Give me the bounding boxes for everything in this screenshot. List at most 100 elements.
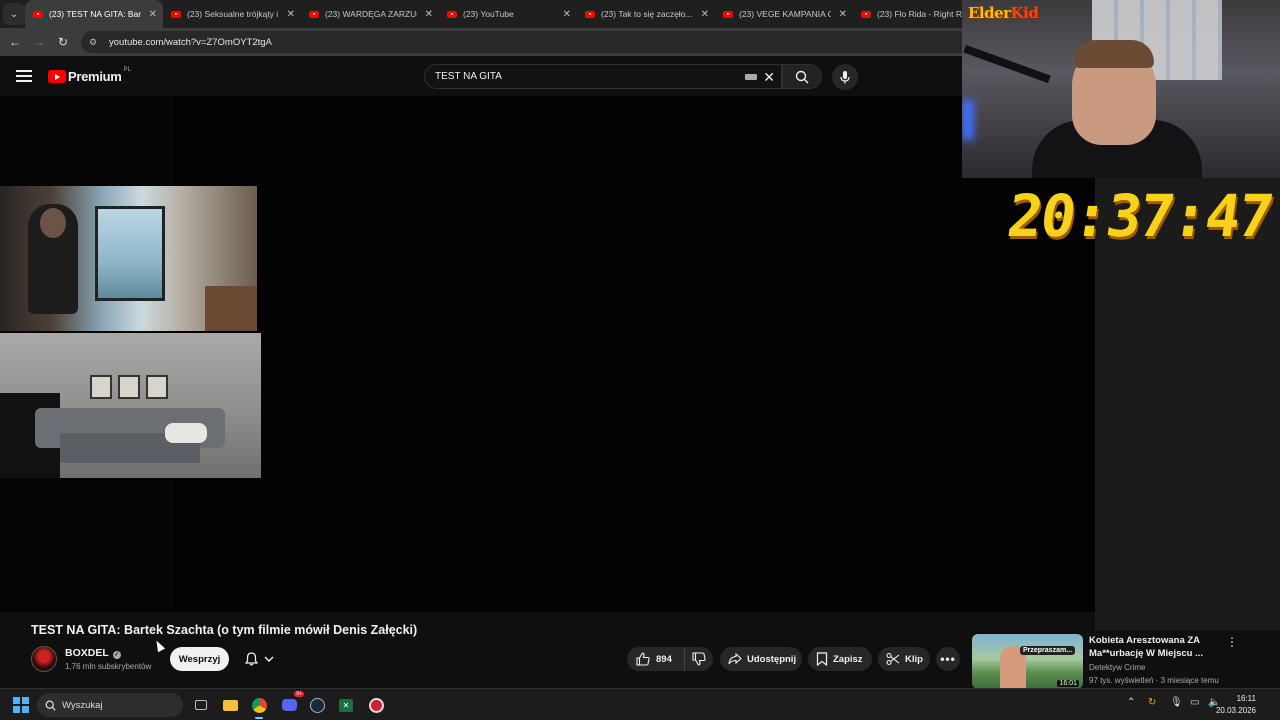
windows-taskbar: Wyszukaj 9+ ✕ ⌃ ↻ 🎙 ▭ 🔈 16:11 20.03.2026 xyxy=(0,688,1280,720)
tab-search-button[interactable]: ⌄ xyxy=(3,3,25,25)
chevron-up-icon[interactable]: ⌃ xyxy=(1127,697,1135,708)
site-settings-icon[interactable]: ⚙ xyxy=(89,37,101,47)
chrome-icon[interactable] xyxy=(249,695,269,719)
url-text: youtube.com/watch?v=Z7OmOYT2tgA xyxy=(109,36,272,48)
tab-title: (23) Seksualne trójkąty i k xyxy=(187,9,279,19)
close-icon[interactable]: ✕ xyxy=(563,9,571,20)
stream-clock: 20:37:47 xyxy=(1003,182,1277,250)
notifications-button[interactable] xyxy=(236,647,282,671)
taskbar-date: 20.03.2026 xyxy=(1215,706,1256,715)
display-icon[interactable]: ▭ xyxy=(1190,697,1199,708)
channel-avatar[interactable] xyxy=(31,646,57,672)
youtube-favicon-icon xyxy=(585,10,595,18)
notification-badge: 9+ xyxy=(294,691,304,697)
video-thumbnail[interactable]: Przepraszam... 16:01 xyxy=(972,634,1083,689)
video-player[interactable] xyxy=(0,96,1095,612)
like-dislike-group: 894 xyxy=(627,647,713,671)
recommended-channel[interactable]: Detektyw Crime xyxy=(1089,663,1145,672)
back-button[interactable]: ← xyxy=(3,30,27,54)
windows-start-icon[interactable] xyxy=(13,697,29,713)
microphone-tray-icon[interactable]: 🎙 xyxy=(1170,697,1183,708)
taskbar-time: 16:11 xyxy=(1236,694,1256,703)
more-vertical-icon[interactable]: ⋮ xyxy=(1226,635,1238,649)
tab-title: (23) YouTube xyxy=(463,9,514,19)
support-button[interactable]: Wesprzyj xyxy=(170,647,229,671)
microphone-icon xyxy=(840,71,850,84)
youtube-favicon-icon xyxy=(171,10,181,18)
close-icon[interactable]: ✕ xyxy=(287,9,295,20)
clip-label: Klip xyxy=(905,653,923,665)
more-actions-button[interactable]: ••• xyxy=(936,647,960,671)
clip-button[interactable]: Klip xyxy=(878,647,930,671)
youtube-logo[interactable]: Premium PL xyxy=(48,66,131,84)
thumbnail-caption: Przepraszam... xyxy=(1020,646,1076,655)
browser-tab[interactable]: (23) TEST NA GITA: Bartek ✕ xyxy=(25,0,163,28)
video-info: TEST NA GITA: Bartek Szachta (o tym film… xyxy=(0,612,962,688)
channel-name-text: BOXDEL xyxy=(65,647,109,659)
bell-icon xyxy=(244,652,258,666)
video-frame xyxy=(175,96,1095,612)
like-button[interactable]: 894 xyxy=(627,647,685,671)
screen: ⌄ (23) TEST NA GITA: Bartek ✕ (23) Seksua… xyxy=(0,0,1280,720)
taskbar-clock[interactable]: 16:11 20.03.2026 xyxy=(1216,693,1256,717)
arrow-right-icon: → xyxy=(33,35,45,49)
save-button[interactable]: Zapisz xyxy=(808,647,872,671)
save-label: Zapisz xyxy=(833,653,863,665)
browser-tab[interactable]: (23) Tak to się zaczęło... - ✕ xyxy=(577,0,715,28)
close-icon[interactable]: ✕ xyxy=(701,9,709,20)
tab-title: (23) Flo Rida - Right Rou xyxy=(877,9,969,19)
recommended-title[interactable]: Kobieta Aresztowana ZA Ma**urbację W Mie… xyxy=(1089,634,1229,660)
tab-title: (23) TEST NA GITA: Bartek xyxy=(49,9,141,19)
share-button[interactable]: Udostępnij xyxy=(720,647,802,671)
verified-icon: ✓ xyxy=(112,651,121,659)
share-icon xyxy=(728,653,742,665)
steam-icon[interactable] xyxy=(307,695,327,715)
share-label: Udostępnij xyxy=(747,653,797,665)
tab-title: (23) VEGE KAMPANIA CIŚ xyxy=(739,9,831,19)
streamer-webcam: ElderKid xyxy=(962,0,1280,178)
video-title: TEST NA GITA: Bartek Szachta (o tym film… xyxy=(31,623,418,637)
logo-suffix-text: Kid xyxy=(1010,4,1039,22)
voice-search-button[interactable] xyxy=(832,64,858,90)
search-input[interactable]: TEST NA GITA ✕ xyxy=(424,64,782,89)
region-label: PL xyxy=(123,66,131,73)
camera-view-living-room xyxy=(0,333,261,478)
file-explorer-icon[interactable] xyxy=(220,695,240,715)
close-icon[interactable]: ✕ xyxy=(149,9,157,20)
taskbar-search[interactable]: Wyszukaj xyxy=(37,693,183,717)
discord-icon[interactable]: 9+ xyxy=(279,691,304,715)
dislike-button[interactable] xyxy=(685,652,713,666)
recommended-video[interactable]: Przepraszam... 16:01 Kobieta Aresztowana… xyxy=(962,631,1280,689)
keyboard-icon[interactable] xyxy=(745,74,757,80)
reload-button[interactable]: ↻ xyxy=(51,30,75,54)
close-icon[interactable]: ✕ xyxy=(425,9,433,20)
tab-title: (23) WARDĘGA ZARZUCA xyxy=(325,9,417,19)
camera-view-apartment xyxy=(0,186,257,331)
browser-tab[interactable]: (23) VEGE KAMPANIA CIŚ ✕ xyxy=(715,0,853,28)
task-view-icon[interactable] xyxy=(191,695,211,715)
taskbar-search-label: Wyszukaj xyxy=(62,699,103,711)
clear-search-icon[interactable]: ✕ xyxy=(763,69,775,86)
close-icon[interactable]: ✕ xyxy=(839,9,847,20)
youtube-masthead: Premium PL TEST NA GITA ✕ xyxy=(0,56,962,96)
youtube-favicon-icon xyxy=(33,10,43,18)
excel-icon[interactable]: ✕ xyxy=(336,695,356,715)
search-button[interactable] xyxy=(782,64,822,89)
video-duration: 16:01 xyxy=(1057,680,1079,687)
browser-tab[interactable]: (23) YouTube ✕ xyxy=(439,0,577,28)
stream-logo: ElderKid xyxy=(968,4,1039,22)
youtube-play-icon xyxy=(48,70,66,83)
channel-name[interactable]: BOXDEL ✓ xyxy=(65,647,121,659)
browser-tab[interactable]: (23) WARDĘGA ZARZUCA ✕ xyxy=(301,0,439,28)
like-count: 894 xyxy=(656,653,672,665)
app-icon[interactable] xyxy=(366,695,386,715)
browser-tab[interactable]: (23) Seksualne trójkąty i k ✕ xyxy=(163,0,301,28)
address-bar[interactable]: ⚙ youtube.com/watch?v=Z7OmOYT2tgA xyxy=(81,31,981,53)
bookmark-icon xyxy=(816,652,828,666)
reload-icon: ↻ xyxy=(57,35,69,49)
forward-button[interactable]: → xyxy=(27,30,51,54)
sync-icon[interactable]: ↻ xyxy=(1148,697,1156,708)
menu-icon[interactable] xyxy=(16,70,32,82)
chevron-down-icon xyxy=(264,656,273,662)
logo-main-text: Elder xyxy=(968,4,1011,22)
